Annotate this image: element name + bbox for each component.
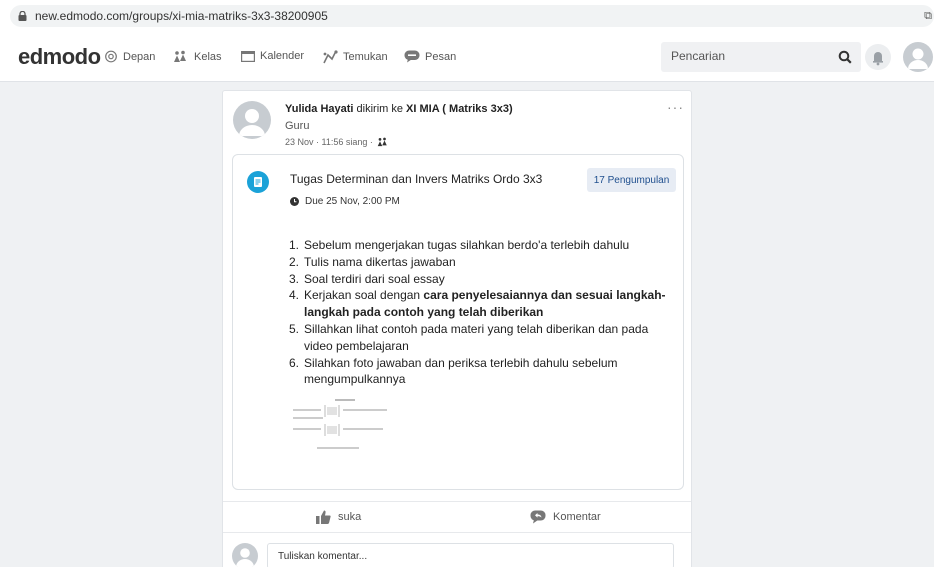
author-role: Guru	[285, 120, 310, 132]
home-icon	[105, 50, 117, 63]
user-icon	[236, 548, 254, 567]
post-meta: 23 Nov · 11:56 siang ·	[285, 137, 389, 147]
list-item: 2. Tulis nama dikertas jawaban	[288, 254, 456, 269]
post-card: Yulida Hayati dikirim ke XI MIA ( Matrik…	[222, 90, 692, 567]
browser-url-bar: new.edmodo.com/groups/xi-mia-matriks-3x3…	[0, 0, 934, 32]
list-item: 3. Soal terdiri dari soal essay	[288, 271, 445, 286]
more-options-button[interactable]: ···	[667, 99, 684, 115]
list-item: 1. Sebelum mengerjakan tugas silahkan ber…	[288, 238, 630, 252]
class-icon	[377, 137, 387, 147]
attachment-thumbnail[interactable]	[287, 395, 402, 463]
nav-item-kelas[interactable]: Kelas	[173, 50, 222, 63]
top-nav: edmodo Depan Kelas Kalender Temukan Pesa…	[0, 32, 934, 82]
list-item: 5. Sillahkan lihat contoh pada materi yan…	[288, 321, 649, 353]
assignment-title[interactable]: Tugas Determinan dan Invers Matriks Ordo…	[290, 172, 542, 186]
commenter-avatar	[232, 543, 258, 567]
assignment-icon	[247, 171, 269, 193]
author-name[interactable]: Yulida Hayati	[285, 103, 353, 115]
calendar-icon	[241, 51, 255, 62]
user-icon	[908, 48, 928, 69]
bell-icon	[873, 52, 883, 66]
nav-item-depan[interactable]: Depan	[104, 50, 155, 63]
user-icon	[239, 109, 265, 136]
nav-item-temukan[interactable]: Temukan	[322, 50, 388, 64]
user-avatar[interactable]	[903, 42, 933, 72]
comment-input[interactable]	[267, 543, 674, 567]
comment-label: Komentar	[553, 511, 601, 523]
search-input[interactable]	[671, 49, 831, 63]
lock-icon	[18, 11, 27, 21]
thumbs-up-icon	[316, 510, 331, 524]
url-text[interactable]: new.edmodo.com/groups/xi-mia-matriks-3x3…	[35, 9, 328, 23]
notifications-button[interactable]	[865, 44, 891, 70]
nav-item-pesan[interactable]: Pesan	[404, 50, 456, 63]
post-header: Yulida Hayati dikirim ke XI MIA ( Matrik…	[285, 103, 513, 115]
instructions-list: 1. Sebelum mengerjakan tugas silahkan ber…	[285, 237, 675, 388]
list-item: 4. Kerjakan soal dengan cara penyelesaian…	[288, 288, 666, 320]
search-icon[interactable]	[838, 50, 852, 64]
nav-label: Kelas	[194, 50, 222, 63]
class-icon	[174, 50, 186, 62]
nav-item-kalender[interactable]: Kalender	[241, 50, 304, 62]
message-icon	[404, 50, 420, 63]
post-actions: suka Komentar	[223, 501, 691, 533]
like-label: suka	[338, 511, 362, 523]
edmodo-logo[interactable]: edmodo	[18, 44, 101, 70]
due-text: Due 25 Nov, 2:00 PM	[305, 196, 400, 207]
open-tab-icon[interactable]: ⧉	[924, 10, 932, 23]
post-timestamp: 23 Nov · 11:56 siang ·	[285, 137, 373, 147]
author-avatar[interactable]	[233, 101, 271, 139]
submissions-button[interactable]: 17 Pengumpulan	[587, 168, 676, 192]
assignment-card[interactable]: Tugas Determinan dan Invers Matriks Ordo…	[232, 154, 684, 490]
nav-label: Temukan	[343, 51, 388, 63]
list-item: 6. Silahkan foto jawaban dan periksa terl…	[288, 355, 618, 387]
sent-to-text: dikirim ke	[353, 103, 407, 115]
nav-label: Pesan	[425, 50, 457, 63]
discover-icon	[323, 50, 338, 64]
nav-label: Kalender	[260, 50, 305, 62]
search-box	[661, 42, 861, 72]
clock-icon	[290, 197, 299, 206]
group-link[interactable]: XI MIA ( Matriks 3x3)	[406, 103, 513, 115]
nav-label: Depan	[123, 50, 156, 63]
due-date: Due 25 Nov, 2:00 PM	[290, 196, 400, 207]
comment-button[interactable]: Komentar	[530, 510, 601, 524]
comment-icon	[530, 510, 546, 524]
like-button[interactable]: suka	[316, 510, 361, 524]
